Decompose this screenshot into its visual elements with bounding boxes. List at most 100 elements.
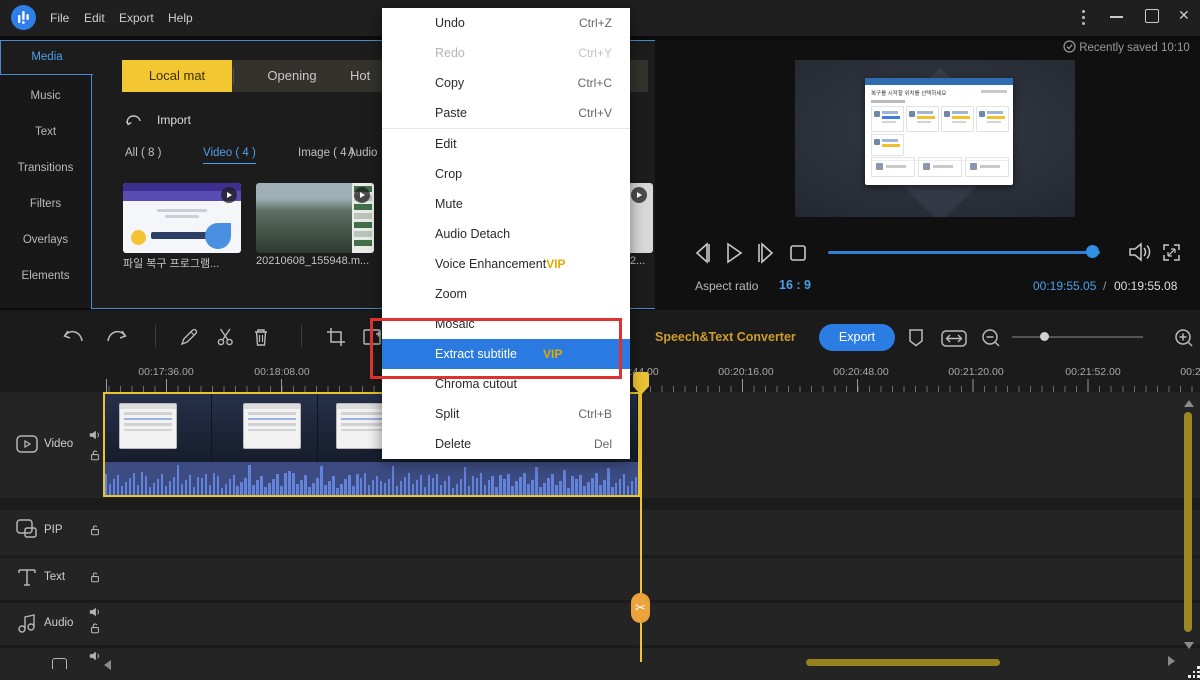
sidebar-item-transitions[interactable]: Transitions xyxy=(0,150,91,186)
menu-item-zoom[interactable]: Zoom xyxy=(382,279,630,309)
mute-track-icon[interactable] xyxy=(89,429,101,441)
menu-help[interactable]: Help xyxy=(168,9,193,27)
menu-item-delete[interactable]: DeleteDel xyxy=(382,429,630,459)
import-icon xyxy=(125,113,142,128)
menu-item-undo[interactable]: UndoCtrl+Z xyxy=(382,8,630,38)
delete-trash-icon[interactable] xyxy=(252,327,270,347)
video-play-badge-icon xyxy=(631,187,647,203)
track-row-audio[interactable] xyxy=(0,603,1200,645)
undo-icon[interactable] xyxy=(62,327,84,347)
scroll-right-icon[interactable] xyxy=(1168,656,1175,666)
sidebar-item-overlays[interactable]: Overlays xyxy=(0,222,91,258)
sidebar-item-music[interactable]: Music xyxy=(0,78,91,114)
aspect-ratio-value[interactable]: 16 : 9 xyxy=(779,278,811,292)
scroll-left-icon[interactable] xyxy=(104,660,111,670)
sidebar-item-text[interactable]: Text xyxy=(0,114,91,150)
preview-progress-knob[interactable] xyxy=(1086,245,1099,258)
redo-icon[interactable] xyxy=(106,327,128,347)
menu-item-copy[interactable]: CopyCtrl+C xyxy=(382,68,630,98)
menu-item-redo[interactable]: RedoCtrl+Y xyxy=(382,38,630,68)
menu-item-audio-detach[interactable]: Audio Detach xyxy=(382,219,630,249)
mute-track-icon[interactable] xyxy=(89,650,101,662)
fullscreen-icon[interactable] xyxy=(1162,243,1181,262)
sidebar-item-elements[interactable]: Elements xyxy=(0,258,91,294)
tab-local-material[interactable]: Local mat xyxy=(122,60,232,92)
menu-item-split[interactable]: SplitCtrl+B xyxy=(382,399,630,429)
track-row-pip[interactable] xyxy=(0,510,1200,555)
media-item-thumbnail[interactable] xyxy=(256,183,374,253)
resize-grip-icon[interactable] xyxy=(1188,666,1200,678)
text-track-icon xyxy=(17,568,37,588)
horizontal-scrollbar[interactable] xyxy=(806,659,1000,666)
filter-all[interactable]: All ( 8 ) xyxy=(125,145,161,161)
import-button[interactable]: Import xyxy=(125,110,191,130)
marker-flag-icon[interactable] xyxy=(908,328,924,347)
menu-item-paste[interactable]: PasteCtrl+V xyxy=(382,98,630,128)
media-item-caption: 2... xyxy=(630,255,654,269)
fit-timeline-icon[interactable] xyxy=(941,330,967,347)
preview-progress-slider[interactable] xyxy=(828,251,1100,254)
cut-scissors-icon[interactable] xyxy=(216,327,235,347)
mute-track-icon[interactable] xyxy=(89,606,101,618)
edit-pencil-icon[interactable] xyxy=(179,327,199,347)
menu-edit[interactable]: Edit xyxy=(84,9,105,27)
lock-track-icon[interactable] xyxy=(89,449,101,461)
menu-item-edit[interactable]: Edit xyxy=(382,129,630,159)
app-logo-icon xyxy=(11,5,36,30)
media-item-thumbnail[interactable] xyxy=(123,183,241,253)
track-row-extra[interactable] xyxy=(0,648,1200,680)
zoom-in-icon[interactable] xyxy=(1174,328,1194,348)
previous-frame-icon[interactable] xyxy=(693,242,711,264)
menu-item-crop[interactable]: Crop xyxy=(382,159,630,189)
timecode-total: 00:19:55.08 xyxy=(1114,279,1177,293)
filter-audio[interactable]: Audio xyxy=(348,145,377,161)
extra-track-icon xyxy=(52,658,67,669)
crop-icon[interactable] xyxy=(326,327,346,347)
maximize-button[interactable] xyxy=(1145,9,1159,23)
menu-file[interactable]: File xyxy=(50,9,69,27)
filter-image[interactable]: Image ( 4 ) xyxy=(298,145,354,161)
lock-track-icon[interactable] xyxy=(89,524,101,536)
menu-item-voice-enhancement[interactable]: Voice EnhancementVIP xyxy=(382,249,630,279)
more-options-icon[interactable] xyxy=(1082,10,1085,25)
sidebar-item-media[interactable]: Media xyxy=(0,40,93,75)
zoom-out-icon[interactable] xyxy=(981,328,1001,348)
audio-track-label: Audio xyxy=(44,617,73,629)
ruler-timestamp: 00:21:52.00 xyxy=(1065,366,1120,378)
preview-app-title: 복구를 시작할 위치를 선택하세요 xyxy=(871,89,946,97)
filter-video[interactable]: Video ( 4 ) xyxy=(203,145,256,164)
tab-opening[interactable]: Opening xyxy=(236,60,348,92)
volume-icon[interactable] xyxy=(1128,241,1152,263)
video-track-icon xyxy=(16,435,38,453)
speech-text-converter-button[interactable]: Speech&Text Converter xyxy=(655,330,796,344)
stop-icon[interactable] xyxy=(789,244,807,262)
playhead-split-scissors-icon[interactable]: ✂ xyxy=(631,593,650,623)
menu-item-mute[interactable]: Mute xyxy=(382,189,630,219)
scroll-down-icon[interactable] xyxy=(1184,642,1194,649)
vertical-scrollbar[interactable] xyxy=(1184,412,1192,632)
track-row-text[interactable] xyxy=(0,558,1200,600)
timeline-ruler[interactable] xyxy=(103,379,1200,392)
lock-track-icon[interactable] xyxy=(89,571,101,583)
video-play-badge-icon xyxy=(354,187,370,203)
aspect-ratio-label: Aspect ratio xyxy=(695,279,758,293)
clip-audio-waveform xyxy=(105,462,638,495)
sidebar-item-filters[interactable]: Filters xyxy=(0,186,91,222)
timeline-zoom-slider[interactable] xyxy=(1012,336,1143,338)
audio-track-icon xyxy=(17,612,37,634)
video-play-badge-icon xyxy=(221,187,237,203)
tab-divider xyxy=(233,68,234,84)
ruler-timestamp: 00:18:08.00 xyxy=(254,366,309,378)
export-button[interactable]: Export xyxy=(819,324,895,351)
annotation-highlight-box xyxy=(370,318,622,379)
video-preview: 복구를 시작할 위치를 선택하세요 xyxy=(795,60,1075,217)
scroll-up-icon[interactable] xyxy=(1184,400,1194,407)
close-button[interactable]: ✕ xyxy=(1178,7,1190,24)
play-icon[interactable] xyxy=(724,242,744,264)
app-window: File Edit Export Help ✕ Media Music Text… xyxy=(0,0,1200,680)
minimize-button[interactable] xyxy=(1110,16,1123,18)
next-frame-icon[interactable] xyxy=(757,242,775,264)
lock-track-icon[interactable] xyxy=(89,622,101,634)
timeline-zoom-knob[interactable] xyxy=(1040,332,1049,341)
menu-export[interactable]: Export xyxy=(119,9,154,27)
